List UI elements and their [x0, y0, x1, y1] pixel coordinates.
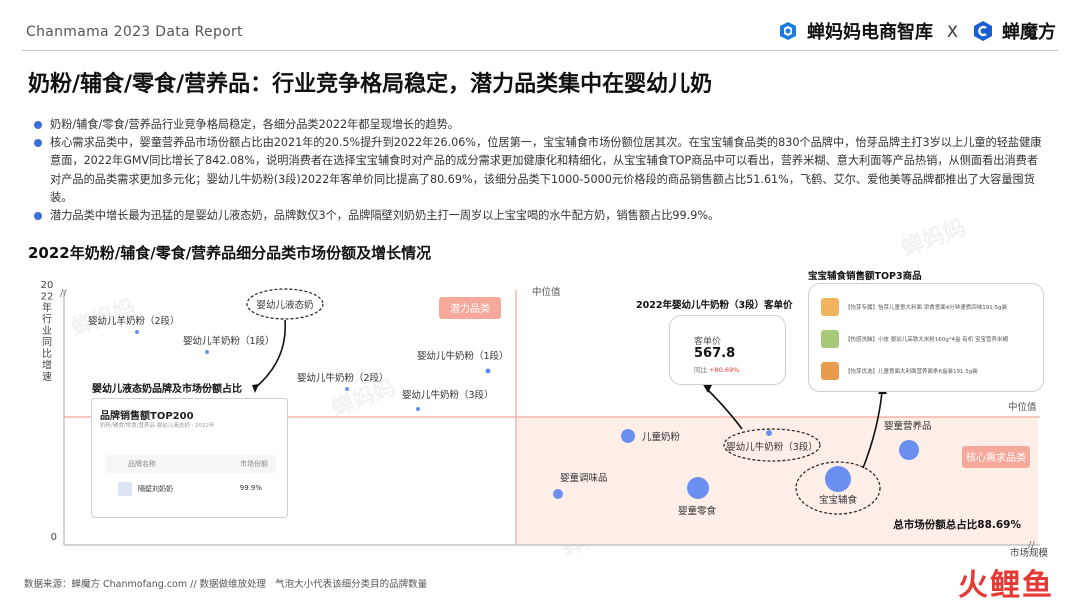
x-axis-label: 市场规模 [1010, 547, 1049, 559]
core-badge-label: 核心需求品类 [966, 451, 1026, 464]
bubble-snacks [687, 477, 709, 499]
y-axis-label-glyph: 增 [42, 359, 52, 372]
product-name: 【怡芽专属】怡芽儿童意大利面 添食意面4分钟速煮四味191.5g装 [845, 305, 1007, 311]
bubble-cow-stage2 [345, 387, 349, 391]
potential-badge-label: 潜力品类 [450, 302, 490, 315]
bubble-cow-stage3-top [416, 407, 420, 411]
bubble-kids-formula [621, 429, 635, 443]
table-header-row: 品牌名称 市场份额 [106, 455, 276, 473]
label-cow-stage3-top: 婴幼儿牛奶粉（3段） [402, 389, 494, 401]
price-card: 客单价 567.8 同比 +80.69% [669, 315, 786, 385]
bubble-seasoning [553, 489, 563, 499]
price-yoy-label: 同比 [694, 366, 707, 374]
top3-card: 【怡芽专属】怡芽儿童意大利面 添食意面4分钟速煮四味191.5g装 【伤感洗脑】… [808, 283, 1044, 392]
price-yoy: 同比 +80.69% [694, 364, 739, 374]
label-liquid-milk: 婴幼儿液态奶 [256, 299, 313, 311]
brand-avatar-icon [118, 482, 132, 496]
label-cow-stage1: 婴幼儿牛奶粉（1段） [417, 350, 509, 362]
bubble-nutrition [899, 440, 919, 460]
label-snacks: 婴童零食 [678, 505, 717, 517]
liquid-milk-card: 品牌销售额TOP200 奶粉/辅食/零食/营养品·婴幼儿液态奶 · 2022年 … [91, 398, 288, 518]
label-baby-food: 宝宝辅食 [819, 494, 858, 506]
label-nutrition: 婴童营养品 [884, 420, 932, 432]
y-axis-label: 2022年行业同比增速 [41, 280, 54, 383]
label-goat-stage1: 婴幼儿羊奶粉（1段） [183, 335, 275, 347]
bubble-baby-food [825, 466, 851, 492]
footer-bubble-note: 气泡大小代表该细分类目的品牌数量 [275, 579, 428, 590]
label-cow-stage3: 婴幼儿牛奶粉（3段） [726, 441, 818, 453]
y-axis-label-glyph: 速 [42, 371, 52, 383]
row-brand: 隔壁刘奶奶 [138, 485, 173, 493]
y-origin-label: 0 [51, 532, 57, 543]
product-name: 【怡芽优选】儿童意面大利面营养面条6盒装191.5g装 [845, 369, 978, 375]
bubble-goat-stage1 [205, 350, 209, 354]
y-median-label: 中位值 [1008, 401, 1037, 413]
y-axis-label-glyph: 22 [41, 292, 54, 303]
corner-brand-logo: 火鲤鱼 [958, 568, 1054, 603]
x-median-label: 中位值 [532, 286, 561, 298]
row-share: 99.9% [239, 484, 262, 492]
label-cow-stage2: 婴幼儿牛奶粉（2段） [297, 372, 389, 384]
footer-note: 数据来源：蝉魔方 Chanmofang.com // 数据做维放处理 气泡大小代… [24, 576, 427, 590]
y-axis-break: // [60, 288, 67, 299]
product-item: 【怡芽优选】儿童意面大利面营养面条6盒装191.5g装 [819, 360, 1033, 384]
product-thumb-icon [821, 298, 839, 316]
bubble-cow-stage1 [485, 368, 491, 374]
top3-card-heading: 宝宝辅食销售额TOP3商品 [808, 271, 922, 282]
product-item: 【怡芽专属】怡芽儿童意大利面 添食意面4分钟速煮四味191.5g装 [819, 296, 1033, 320]
y-axis-label-glyph: 同 [42, 337, 52, 349]
arrow-liquid-milk [254, 319, 287, 389]
y-axis-label-glyph: 20 [41, 280, 54, 291]
y-axis-label-glyph: 业 [42, 325, 52, 337]
price-yoy-value: +80.69% [709, 366, 740, 374]
product-thumb-icon [821, 330, 839, 348]
liquid-milk-card-subtitle: 奶粉/辅食/零食/营养品·婴幼儿液态奶 · 2022年 [100, 423, 215, 429]
arrowhead-liquid-milk [252, 384, 259, 393]
label-seasoning: 婴童调味品 [560, 472, 608, 484]
bubble-cow-stage3 [766, 430, 772, 436]
col-brand-header: 品牌名称 [128, 460, 156, 468]
label-kids-formula: 儿童奶粉 [642, 431, 681, 443]
total-share-label: 总市场份额总占比88.69% [893, 518, 1021, 531]
product-item: 【伤感洗脑】小皮 婴幼儿高铁大米粉160g*4盒 有机 宝宝营养米糊 [819, 328, 1033, 352]
price-card-heading: 2022年婴幼儿牛奶粉（3段）客单价 [636, 300, 793, 311]
product-name: 【伤感洗脑】小皮 婴幼儿高铁大米粉160g*4盒 有机 宝宝营养米糊 [845, 337, 1008, 343]
bubble-goat-stage2 [135, 330, 139, 334]
liquid-milk-card-title: 品牌销售额TOP200 [100, 411, 194, 422]
table-row: 隔壁刘奶奶 99.9% [106, 479, 276, 501]
label-goat-stage2: 婴幼儿羊奶粉（2段） [88, 315, 180, 327]
y-axis-label-glyph: 比 [42, 348, 52, 360]
product-thumb-icon [821, 362, 839, 380]
y-axis-label-glyph: 年 [42, 301, 52, 314]
footer-source: 数据来源：蝉魔方 Chanmofang.com // 数据做维放处理 [24, 579, 267, 590]
y-axis-label-glyph: 行 [42, 313, 52, 326]
price-value: 567.8 [694, 346, 736, 361]
liquid-milk-card-heading: 婴幼儿液态奶品牌及市场份额占比 [92, 384, 242, 395]
col-share-header: 市场份额 [240, 460, 268, 468]
